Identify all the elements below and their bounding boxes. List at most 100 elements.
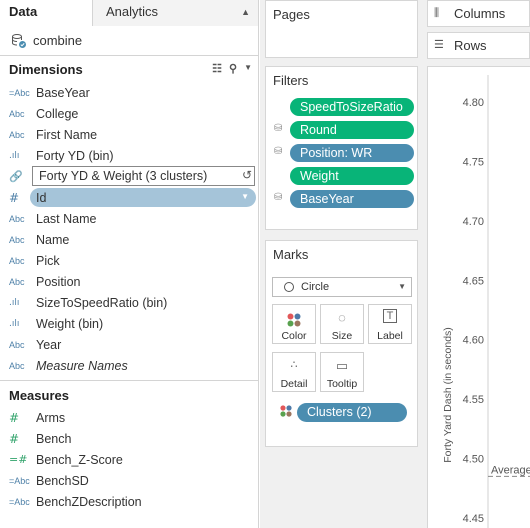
calc-number-icon: =# bbox=[9, 453, 28, 466]
clusters-pill[interactable]: Clusters (2) bbox=[297, 403, 407, 422]
string-icon: Abc bbox=[9, 276, 25, 287]
filters-card[interactable]: Filters SpeedToSizeRatio ⛁ Round ⛁ Position:… bbox=[265, 66, 418, 230]
datasource-row[interactable]: combine bbox=[0, 26, 258, 56]
mark-type-dropdown[interactable]: Circle ▼ bbox=[272, 277, 412, 297]
filter-pill-weight[interactable]: Weight bbox=[290, 167, 414, 185]
size-label: Size bbox=[331, 330, 353, 342]
field-bench[interactable]: # Bench bbox=[0, 428, 258, 449]
label-label: Label bbox=[377, 330, 403, 342]
label-icon: T bbox=[369, 309, 411, 330]
string-icon: Abc bbox=[9, 129, 25, 140]
field-label: Measure Names bbox=[36, 358, 128, 373]
field-pick[interactable]: Abc Pick bbox=[0, 250, 258, 271]
string-icon: Abc bbox=[9, 213, 25, 224]
field-label: Arms bbox=[36, 410, 66, 425]
filter-pill-baseyear[interactable]: BaseYear bbox=[290, 190, 414, 208]
field-label: Pick bbox=[36, 253, 60, 268]
bin-icon: .ılı bbox=[9, 297, 20, 308]
average-label: Average bbox=[491, 464, 530, 476]
bin-icon: .ılı bbox=[9, 150, 20, 161]
measures-list: # Arms # Bench =# Bench_Z-Score =Abc BenchSD =Ab… bbox=[0, 407, 258, 512]
string-icon: Abc bbox=[9, 234, 25, 245]
filter-pill-round[interactable]: Round bbox=[290, 121, 414, 139]
y-tick-label: 4.65 bbox=[463, 275, 484, 287]
chart-svg: 4.80 4.75 4.70 4.65 4.60 4.55 4.50 4.45 Average F… bbox=[442, 75, 530, 528]
field-id[interactable]: # Id ▼ bbox=[0, 187, 258, 208]
bin-icon: .ılı bbox=[9, 318, 20, 329]
field-label: First Name bbox=[36, 127, 98, 142]
field-sizetospeedratio-bin[interactable]: .ılı SizeToSpeedRatio (bin) bbox=[0, 292, 258, 313]
filter-pill-position-wr[interactable]: Position: WR bbox=[290, 144, 414, 162]
field-forty-yd-weight-3-clusters[interactable]: 🔗 Forty YD & Weight (3 clusters) ↺ bbox=[0, 166, 258, 187]
detail-icon: ∴ bbox=[290, 359, 298, 371]
string-icon: Abc bbox=[9, 339, 25, 350]
datasource-name: combine bbox=[33, 33, 83, 48]
field-label: BenchZDescription bbox=[36, 494, 142, 509]
field-label: Position bbox=[36, 274, 81, 289]
y-tick-label: 4.50 bbox=[463, 454, 484, 466]
field-last-name[interactable]: Abc Last Name bbox=[0, 208, 258, 229]
field-forty-yd-bin[interactable]: .ılı Forty YD (bin) bbox=[0, 145, 258, 166]
field-arms[interactable]: # Arms bbox=[0, 407, 258, 428]
pages-card[interactable]: Pages bbox=[265, 0, 418, 58]
measures-header: Measures bbox=[0, 383, 258, 407]
field-label: College bbox=[36, 106, 79, 121]
calc-string-icon: =Abc bbox=[9, 87, 30, 98]
filter-pill-speedtosizeratio[interactable]: SpeedToSizeRatio bbox=[290, 98, 414, 116]
scatter-plot[interactable]: 4.80 4.75 4.70 4.65 4.60 4.55 4.50 4.45 Average F… bbox=[427, 66, 530, 528]
columns-label: Columns bbox=[454, 6, 506, 21]
calc-string-icon: =Abc bbox=[9, 496, 30, 507]
size-button[interactable]: ◌ Size bbox=[320, 304, 364, 344]
rows-shelf[interactable]: ☰ Rows bbox=[427, 32, 530, 59]
field-first-name[interactable]: Abc First Name bbox=[0, 124, 258, 145]
label-button[interactable]: T Label bbox=[368, 304, 412, 344]
filters-title: Filters bbox=[273, 73, 309, 88]
string-icon: Abc bbox=[9, 108, 25, 119]
dimensions-list: =Abc BaseYear Abc College Abc First Name .ılı F… bbox=[0, 82, 258, 376]
color-button[interactable]: Color bbox=[272, 304, 316, 344]
detail-label: Detail bbox=[280, 378, 308, 390]
tab-data[interactable]: Data bbox=[0, 0, 93, 26]
field-benchzdescription[interactable]: =Abc BenchZDescription bbox=[0, 491, 258, 512]
chevron-down-icon[interactable]: ▼ bbox=[244, 62, 252, 75]
number-icon: # bbox=[9, 410, 20, 425]
search-icon[interactable]: ⚲ bbox=[229, 62, 237, 75]
tooltip-button[interactable]: ▭ Tooltip bbox=[320, 352, 364, 392]
list-view-icon[interactable]: ☷ bbox=[212, 62, 222, 75]
mark-type-label: Circle bbox=[301, 281, 330, 293]
marks-card: Marks Circle ▼ Color ◌ Size T Label ∴ De… bbox=[265, 240, 418, 447]
sort-arrows-icon[interactable]: ▲ bbox=[241, 0, 250, 24]
calc-string-icon: =Abc bbox=[9, 475, 30, 486]
field-name[interactable]: Abc Name bbox=[0, 229, 258, 250]
rename-field-input[interactable]: Forty YD & Weight (3 clusters) bbox=[32, 166, 255, 186]
field-label: SizeToSpeedRatio (bin) bbox=[36, 295, 168, 310]
field-weight-bin[interactable]: .ılı Weight (bin) bbox=[0, 313, 258, 334]
color-icon bbox=[280, 405, 292, 417]
tab-analytics[interactable]: Analytics ▲ bbox=[93, 0, 258, 26]
section-divider bbox=[0, 380, 258, 381]
field-benchsd[interactable]: =Abc BenchSD bbox=[0, 470, 258, 491]
field-college[interactable]: Abc College bbox=[0, 103, 258, 124]
measures-title: Measures bbox=[9, 387, 69, 403]
detail-button[interactable]: ∴ Detail bbox=[272, 352, 316, 392]
field-bench-z-score[interactable]: =# Bench_Z-Score bbox=[0, 449, 258, 470]
field-baseyear[interactable]: =Abc BaseYear bbox=[0, 82, 258, 103]
dimensions-title: Dimensions bbox=[9, 61, 83, 77]
field-measure-names[interactable]: Abc Measure Names bbox=[0, 355, 258, 376]
undo-icon[interactable]: ↺ bbox=[242, 168, 252, 182]
data-pane: Data Analytics ▲ combine Dimensions ☷ ⚲ … bbox=[0, 0, 259, 528]
y-tick-label: 4.45 bbox=[463, 513, 484, 525]
field-year[interactable]: Abc Year bbox=[0, 334, 258, 355]
size-icon: ◌ bbox=[338, 310, 346, 325]
chevron-down-icon: ▼ bbox=[398, 282, 406, 291]
chevron-down-icon[interactable]: ▼ bbox=[241, 192, 249, 201]
field-position[interactable]: Abc Position bbox=[0, 271, 258, 292]
circle-mark-icon bbox=[284, 282, 294, 292]
number-icon: # bbox=[9, 190, 20, 205]
columns-icon: ⫼ bbox=[434, 7, 440, 19]
columns-shelf[interactable]: ⫼ Columns bbox=[427, 0, 530, 27]
field-label: Bench_Z-Score bbox=[36, 452, 123, 467]
pages-title: Pages bbox=[273, 7, 310, 22]
tooltip-label: Tooltip bbox=[326, 378, 358, 390]
field-label: Weight (bin) bbox=[36, 316, 104, 331]
